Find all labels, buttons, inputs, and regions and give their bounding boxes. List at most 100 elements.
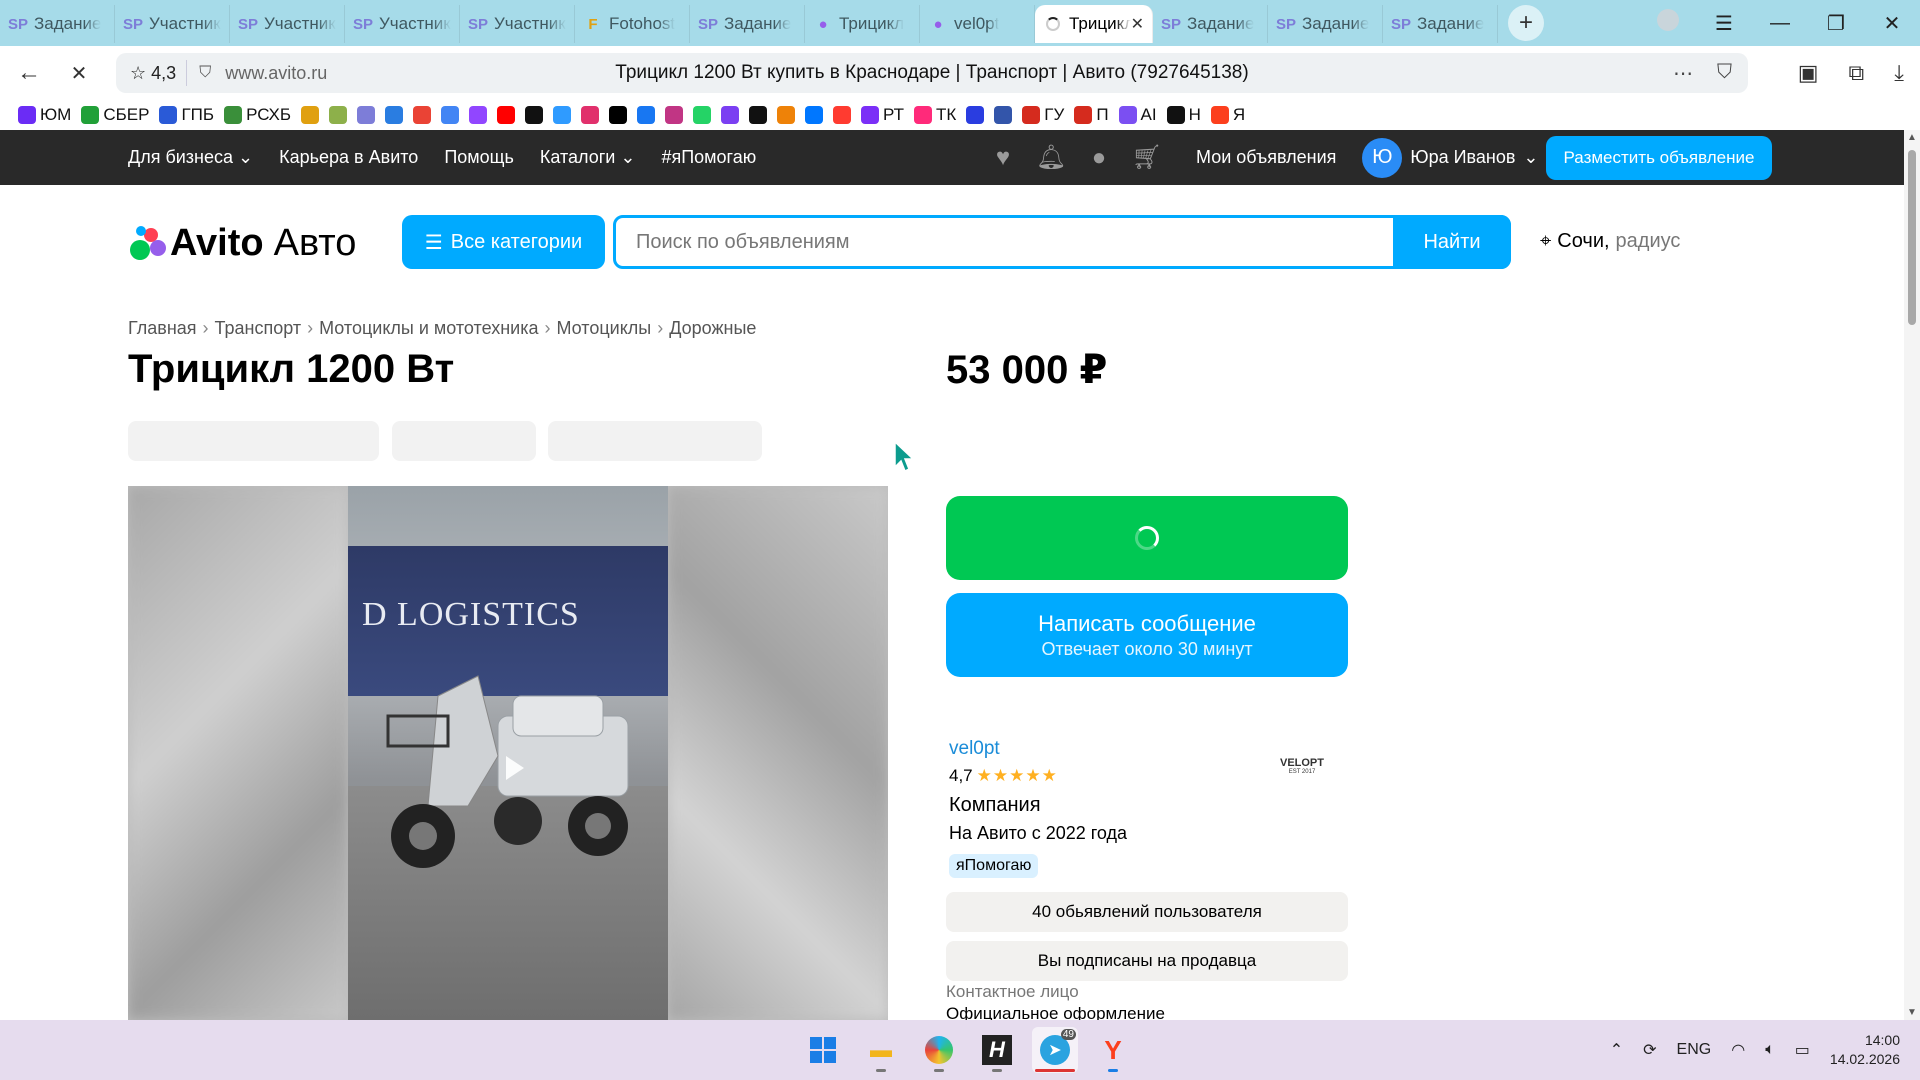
user-menu[interactable]: Ю Юра Иванов ⌄ [1362, 137, 1539, 178]
browser-tab[interactable]: SP Задание [1383, 5, 1498, 43]
bookmark-item[interactable]: РТ [861, 105, 904, 125]
download-icon[interactable]: ⤓ [1894, 60, 1904, 86]
language-indicator[interactable]: ENG [1677, 1041, 1712, 1059]
breadcrumb-link[interactable]: Дорожные [669, 318, 756, 339]
bookmark-item[interactable] [441, 106, 460, 124]
bookmark-item[interactable] [994, 106, 1013, 124]
browser-tab[interactable]: SP Задание [1153, 5, 1268, 43]
bookmark-item[interactable] [497, 106, 516, 124]
bookmark-item[interactable] [637, 106, 656, 124]
wifi-icon[interactable]: ◠ [1731, 1040, 1745, 1060]
bookmark-item[interactable] [721, 106, 740, 124]
avito-auto-logo[interactable]: Avito Авто [128, 222, 356, 265]
restore-button[interactable]: ❐ [1808, 11, 1864, 36]
bookmark-item[interactable] [749, 106, 768, 124]
page-scrollbar[interactable]: ▲ ▼ [1904, 130, 1920, 1020]
seller-logo[interactable]: VELOPT EST 2017 [1272, 740, 1332, 792]
show-phone-button[interactable] [946, 496, 1348, 580]
bookmark-item[interactable] [805, 106, 824, 124]
breadcrumb-link[interactable]: Мотоциклы и мототехника [319, 318, 538, 339]
messages-chat-icon[interactable]: ● [1086, 144, 1112, 171]
browser-tab[interactable]: ● Трицикл [805, 5, 920, 43]
bookmark-item[interactable] [413, 106, 432, 124]
bookmark-item[interactable] [469, 106, 488, 124]
close-tab-icon[interactable]: ✕ [1131, 14, 1144, 34]
main-photo[interactable]: D LOGISTICS [348, 486, 668, 1020]
browser-tab[interactable]: SP Участник [115, 5, 230, 43]
notifications-bell-icon[interactable]: 🔔︎ [1036, 144, 1066, 171]
nav-business[interactable]: Для бизнеса ⌄ [128, 147, 253, 168]
bookmark-item[interactable] [609, 106, 628, 124]
browser-tab[interactable]: SP Задание [690, 5, 805, 43]
clock[interactable]: 14:00 14.02.2026 [1830, 1031, 1900, 1069]
user-ads-button[interactable]: 40 обьявлений пользователя [946, 892, 1348, 932]
stop-loading-button[interactable]: ✕ [54, 61, 104, 86]
bookmark-item[interactable]: Н [1166, 105, 1201, 125]
browser-tab[interactable]: SP Задание [1268, 5, 1383, 43]
edge-browser-icon[interactable] [916, 1027, 962, 1073]
battery-icon[interactable]: ▭ [1795, 1040, 1810, 1060]
bookmark-item[interactable] [693, 106, 712, 124]
bookmark-item[interactable] [777, 106, 796, 124]
breadcrumb-link[interactable]: Главная [128, 318, 197, 339]
back-button[interactable]: ← [4, 59, 54, 87]
nav-catalogs[interactable]: Каталоги ⌄ [540, 147, 636, 168]
gallery-icon[interactable]: ▣ [1798, 60, 1819, 86]
bookmark-item[interactable]: ЮМ [18, 105, 71, 125]
cart-icon[interactable]: 🛒︎ [1132, 144, 1162, 171]
all-categories-button[interactable]: ☰ Все категории [402, 215, 605, 269]
bookmark-item[interactable]: AI [1118, 105, 1157, 125]
bookmark-item[interactable]: СБЕР [81, 105, 149, 125]
site-rating-chip[interactable]: ☆ 4,3 [116, 60, 188, 86]
nav-career[interactable]: Карьера в Авито [279, 147, 418, 168]
breadcrumb-link[interactable]: Транспорт [215, 318, 302, 339]
search-input[interactable] [616, 218, 1393, 266]
my-ads-link[interactable]: Мои объявления [1196, 147, 1336, 168]
bookmark-icon[interactable]: ⛉ [1717, 61, 1732, 86]
volume-icon[interactable]: 🔈︎ [1765, 1041, 1775, 1059]
start-icon[interactable] [800, 1027, 846, 1073]
write-message-button[interactable]: Написать сообщение Отвечает около 30 мин… [946, 593, 1348, 677]
browser-tab[interactable]: Трицикл ✕ [1035, 5, 1153, 43]
bookmark-item[interactable] [385, 106, 404, 124]
bookmark-item[interactable] [357, 106, 376, 124]
play-icon[interactable] [506, 756, 524, 780]
nav-ya-pomogayu[interactable]: #яПомогаю [661, 147, 756, 168]
browser-tab[interactable]: SP Задание [0, 5, 115, 43]
nav-help[interactable]: Помощь [444, 147, 514, 168]
h-app-icon[interactable]: H [974, 1027, 1020, 1073]
subscribed-button[interactable]: Вы подписаны на продавца [946, 941, 1348, 981]
yandex-browser-icon[interactable]: Y [1090, 1027, 1136, 1073]
bookmark-item[interactable]: П [1074, 105, 1109, 125]
bookmark-item[interactable]: ТК [914, 105, 956, 125]
browser-tab[interactable]: SP Участник [345, 5, 460, 43]
profile-button[interactable] [1640, 9, 1696, 37]
bookmark-item[interactable] [581, 106, 600, 124]
location-selector[interactable]: ⌖ Сочи, радиус [1540, 230, 1680, 253]
photo-gallery[interactable]: D LOGISTICS [128, 486, 888, 1020]
extensions-icon[interactable]: ⧉ [1849, 60, 1865, 86]
bookmark-item[interactable] [966, 106, 985, 124]
bookmark-item[interactable] [329, 106, 348, 124]
minimize-button[interactable]: — [1752, 12, 1808, 35]
url-text[interactable]: www.avito.ru [225, 63, 327, 84]
bookmark-item[interactable]: РСХБ [224, 105, 291, 125]
bookmark-item[interactable] [301, 106, 320, 124]
file-explorer-icon[interactable]: ▬ [858, 1027, 904, 1073]
tray-chevron-up-icon[interactable]: ⌃ [1610, 1040, 1623, 1060]
telegram-icon[interactable]: ➤ 49 [1032, 1027, 1078, 1073]
more-icon[interactable]: ⋯ [1673, 61, 1693, 86]
bookmark-item[interactable] [553, 106, 572, 124]
browser-tab[interactable]: SP Участник [460, 5, 575, 43]
browser-tab[interactable]: ● vel0pt [920, 5, 1035, 43]
shield-icon[interactable]: ⛉ [199, 64, 211, 82]
favorites-heart-icon[interactable]: ♥ [990, 144, 1016, 171]
bookmark-item[interactable] [525, 106, 544, 124]
menu-button[interactable]: ☰ [1696, 11, 1752, 36]
ya-pomogayu-badge[interactable]: яПомогаю [949, 854, 1039, 878]
breadcrumb-link[interactable]: Мотоциклы [556, 318, 651, 339]
url-box[interactable]: ☆ 4,3 ⛉ www.avito.ru Трицикл 1200 Вт куп… [116, 53, 1748, 93]
bookmark-item[interactable] [833, 106, 852, 124]
bookmark-item[interactable] [665, 106, 684, 124]
bookmark-item[interactable]: ГУ [1022, 105, 1064, 125]
